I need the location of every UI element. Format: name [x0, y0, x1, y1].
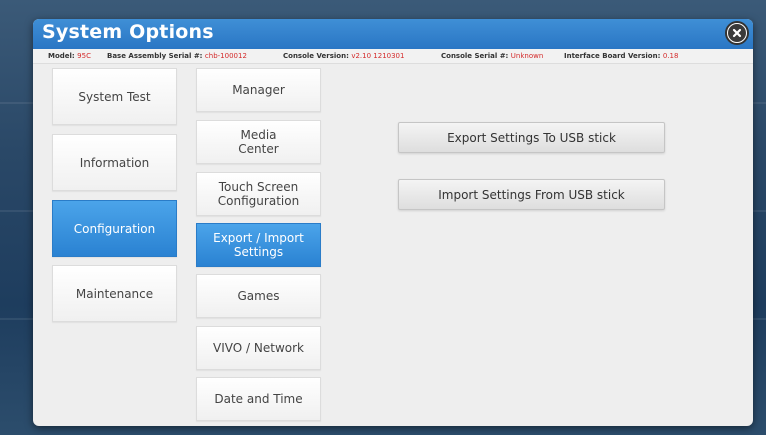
system-options-window: System Options Model: 95C Base Assembly …	[33, 19, 753, 426]
category-system-test[interactable]: System Test	[52, 68, 177, 125]
close-button[interactable]	[725, 21, 749, 45]
category-label: Configuration	[73, 221, 156, 236]
import-settings-label: Import Settings From USB stick	[438, 187, 625, 202]
subitem-label: Media Center	[238, 128, 279, 156]
subitem-label: Date and Time	[214, 392, 303, 406]
subitem-label: Games	[237, 289, 280, 303]
model-info: Model: 95C	[48, 52, 91, 60]
subitem-touch-screen-configuration[interactable]: Touch Screen Configuration	[196, 172, 321, 216]
window-title: System Options	[42, 21, 214, 43]
base-serial-info: Base Assembly Serial #: chb-100012	[107, 52, 247, 60]
subitem-export-import-settings[interactable]: Export / Import Settings	[196, 223, 321, 267]
interface-board-info: Interface Board Version: 0.18	[564, 52, 679, 60]
subitem-date-and-time[interactable]: Date and Time	[196, 377, 321, 421]
category-configuration[interactable]: Configuration	[52, 200, 177, 257]
category-maintenance[interactable]: Maintenance	[52, 265, 177, 322]
close-icon	[728, 24, 746, 42]
export-settings-button[interactable]: Export Settings To USB stick	[398, 122, 665, 153]
category-information[interactable]: Information	[52, 134, 177, 191]
subitem-media-center[interactable]: Media Center	[196, 120, 321, 164]
import-settings-button[interactable]: Import Settings From USB stick	[398, 179, 665, 210]
title-bar: System Options	[33, 19, 753, 49]
subitem-vivo-network[interactable]: VIVO / Network	[196, 326, 321, 370]
subitem-label: Manager	[232, 83, 285, 97]
subitem-label: Touch Screen Configuration	[217, 180, 300, 208]
category-label: System Test	[78, 89, 151, 104]
subitem-label: Export / Import Settings	[213, 231, 304, 259]
subitem-games[interactable]: Games	[196, 274, 321, 318]
export-settings-label: Export Settings To USB stick	[447, 130, 616, 145]
subitem-label: VIVO / Network	[213, 341, 304, 355]
system-info-bar: Model: 95C Base Assembly Serial #: chb-1…	[33, 49, 753, 64]
category-label: Information	[79, 155, 150, 170]
console-version-info: Console Version: v2.10 1210301	[283, 52, 405, 60]
console-serial-info: Console Serial #: Unknown	[441, 52, 544, 60]
category-label: Maintenance	[75, 286, 154, 301]
subitem-manager[interactable]: Manager	[196, 68, 321, 112]
